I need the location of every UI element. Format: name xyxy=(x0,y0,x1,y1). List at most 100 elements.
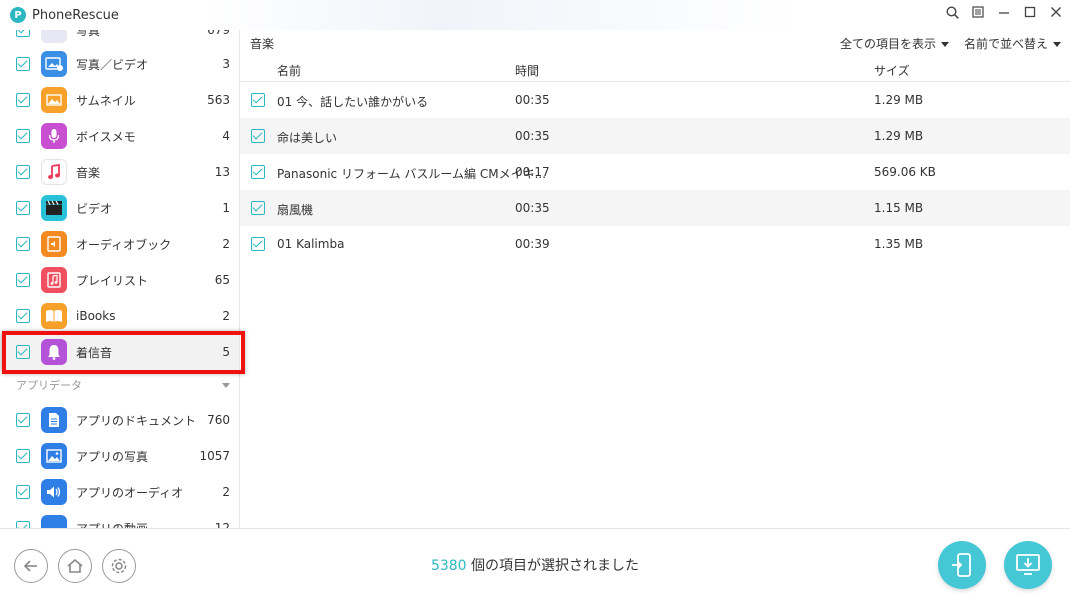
cell-name: 01 今、話したい誰かがいる xyxy=(277,95,429,109)
sidebar-item-count: 2 xyxy=(222,237,230,251)
window-controls xyxy=(946,6,1062,19)
menu-icon[interactable] xyxy=(972,6,984,18)
category-title: 音楽 xyxy=(250,36,275,51)
video-camera-icon xyxy=(41,515,67,528)
cell-size: 1.15 MB xyxy=(874,201,924,215)
section-label: アプリデータ xyxy=(16,379,82,392)
cell-size: 1.29 MB xyxy=(874,93,924,107)
collapse-arrow-icon[interactable] xyxy=(222,382,230,388)
cell-time: 00:35 xyxy=(515,93,550,107)
table-row[interactable]: 01 Kalimba 00:39 1.35 MB xyxy=(240,226,1070,262)
sidebar-item-label: プレイリスト xyxy=(76,273,149,288)
app-title: PhoneRescue xyxy=(32,7,119,23)
table-row[interactable]: 扇風機 00:35 1.15 MB xyxy=(240,190,1070,226)
cell-time: 00:35 xyxy=(515,201,550,215)
checkbox[interactable] xyxy=(16,413,30,427)
table-row[interactable]: 命は美しい 00:35 1.29 MB xyxy=(240,118,1070,154)
checkbox[interactable] xyxy=(251,165,265,179)
sidebar-item-count: 13 xyxy=(214,165,230,179)
recover-to-device-button[interactable] xyxy=(938,541,986,589)
cell-name: 01 Kalimba xyxy=(277,237,345,251)
checkbox[interactable] xyxy=(16,129,30,143)
sidebar-item-music[interactable]: 音楽 13 xyxy=(0,154,239,190)
sidebar-item-label: 写真 xyxy=(76,30,101,38)
checkbox[interactable] xyxy=(16,309,30,323)
app-logo-icon: P xyxy=(10,7,26,23)
sidebar-item-label: 音楽 xyxy=(76,165,101,180)
sidebar-item-count: 563 xyxy=(207,93,230,107)
photos-video-icon xyxy=(41,51,67,77)
checkbox[interactable] xyxy=(16,521,30,528)
sort-dropdown[interactable]: 名前で並べ替え xyxy=(964,35,1062,52)
main-panel: 音楽 全ての項目を表示 名前で並べ替え 名前 時間 サイズ 01 今、話したい誰… xyxy=(240,30,1070,528)
sidebar-item-count: 679 xyxy=(207,30,230,37)
column-size[interactable]: サイズ xyxy=(874,62,910,79)
sidebar-item-count: 1057 xyxy=(199,449,230,463)
cell-size: 569.06 KB xyxy=(874,165,936,179)
checkbox[interactable] xyxy=(16,485,30,499)
checkbox[interactable] xyxy=(251,201,265,215)
sort-label: 名前で並べ替え xyxy=(964,36,1049,51)
cell-time: 00:17 xyxy=(515,165,550,179)
checkbox[interactable] xyxy=(16,201,30,215)
table-row[interactable]: Panasonic リフォーム バスルーム編 CMメイキ... 00:17 56… xyxy=(240,154,1070,190)
document-icon xyxy=(41,407,67,433)
close-icon[interactable] xyxy=(1050,6,1062,18)
column-name[interactable]: 名前 xyxy=(277,62,301,79)
sidebar-item-app-photos[interactable]: アプリの写真 1057 xyxy=(0,438,239,474)
sidebar-item-voice-memo[interactable]: ボイスメモ 4 xyxy=(0,118,239,154)
sidebar-item-label: iBooks xyxy=(76,309,116,323)
checkbox[interactable] xyxy=(16,165,30,179)
sidebar-item-count: 65 xyxy=(214,273,230,287)
sidebar-item-count: 12 xyxy=(214,521,230,528)
sidebar-item-count: 3 xyxy=(222,57,230,71)
sidebar-item-label: 写真／ビデオ xyxy=(76,57,149,72)
recover-to-computer-button[interactable] xyxy=(1004,541,1052,589)
section-app-data[interactable]: アプリデータ xyxy=(0,373,239,397)
search-icon[interactable] xyxy=(946,6,959,19)
checkbox[interactable] xyxy=(16,237,30,251)
checkbox[interactable] xyxy=(16,93,30,107)
show-all-dropdown[interactable]: 全ての項目を表示 xyxy=(840,35,950,52)
playlist-icon xyxy=(41,267,67,293)
highlight-box xyxy=(2,331,245,374)
checkbox[interactable] xyxy=(16,449,30,463)
sidebar-item-label: アプリの動画 xyxy=(76,520,148,529)
clapperboard-icon xyxy=(41,195,67,221)
column-time[interactable]: 時間 xyxy=(515,62,539,79)
sidebar-item-app-documents[interactable]: アプリのドキュメント 760 xyxy=(0,402,239,438)
content-header: 音楽 全ての項目を表示 名前で並べ替え xyxy=(240,30,1070,56)
computer-download-icon xyxy=(1016,554,1040,575)
sidebar-item-ibooks[interactable]: iBooks 2 xyxy=(0,298,239,334)
sidebar-item-label: サムネイル xyxy=(76,93,136,108)
cell-time: 00:39 xyxy=(515,237,550,251)
table-row[interactable]: 01 今、話したい誰かがいる 00:35 1.29 MB xyxy=(240,82,1070,118)
chevron-down-icon xyxy=(941,41,950,47)
sidebar-item-audiobook[interactable]: オーディオブック 2 xyxy=(0,226,239,262)
sidebar-item-photos-video[interactable]: 写真／ビデオ 3 xyxy=(0,46,239,82)
maximize-icon[interactable] xyxy=(1024,6,1036,18)
sidebar-item-app-video[interactable]: アプリの動画 12 xyxy=(0,510,239,529)
checkbox[interactable] xyxy=(16,30,30,37)
checkbox[interactable] xyxy=(251,129,265,143)
app-window: P PhoneRescue 写真 679 写真／ビデオ 3 サムネイル 563 … xyxy=(0,0,1070,600)
sidebar-item-thumbnail[interactable]: サムネイル 563 xyxy=(0,82,239,118)
sidebar-item-count: 1 xyxy=(222,201,230,215)
footer-bar: 5380 個の項目が選択されました xyxy=(0,528,1070,600)
microphone-icon xyxy=(41,123,67,149)
checkbox[interactable] xyxy=(16,57,30,71)
sidebar-item-app-audio[interactable]: アプリのオーディオ 2 xyxy=(0,474,239,510)
sidebar-item-video[interactable]: ビデオ 1 xyxy=(0,190,239,226)
selected-count: 5380 xyxy=(430,558,467,574)
category-sidebar[interactable]: 写真 679 写真／ビデオ 3 サムネイル 563 ボイスメモ 4 音楽 13 … xyxy=(0,30,240,528)
sidebar-item-label: アプリの写真 xyxy=(76,449,149,464)
minimize-icon[interactable] xyxy=(998,6,1010,18)
checkbox[interactable] xyxy=(251,237,265,251)
music-note-icon xyxy=(41,159,67,185)
audiobook-icon xyxy=(41,231,67,257)
sidebar-item-playlist[interactable]: プレイリスト 65 xyxy=(0,262,239,298)
photo-icon xyxy=(41,443,67,469)
checkbox[interactable] xyxy=(251,93,265,107)
checkbox[interactable] xyxy=(16,273,30,287)
sidebar-item-label: アプリのドキュメント xyxy=(76,413,197,428)
